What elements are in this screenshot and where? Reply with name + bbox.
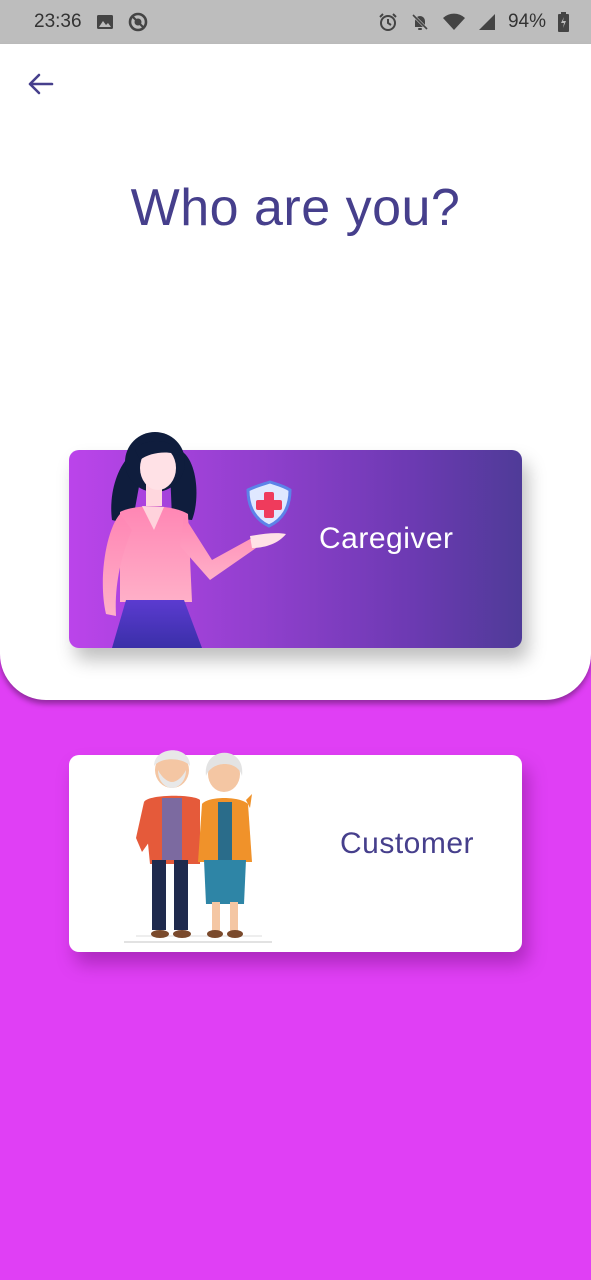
wifi-icon [442,13,466,31]
page-title: Who are you? [130,179,461,237]
signal-icon [478,13,496,31]
back-button[interactable] [20,68,60,100]
caregiver-illustration [102,432,292,648]
notifications-off-icon [410,12,430,32]
image-icon [96,14,114,30]
status-right: 94% [378,11,569,33]
status-left: 23:36 [34,11,148,33]
alarm-icon [378,12,398,32]
status-bar: 23:36 94% [0,0,591,44]
customer-illustration [124,750,272,943]
status-time: 23:36 [34,11,82,32]
sync-off-icon [128,12,148,32]
caregiver-label: Caregiver [319,522,454,555]
battery-percent: 94% [507,11,546,32]
customer-label: Customer [340,827,475,860]
battery-icon [558,12,569,32]
arrow-back-icon [28,73,54,95]
